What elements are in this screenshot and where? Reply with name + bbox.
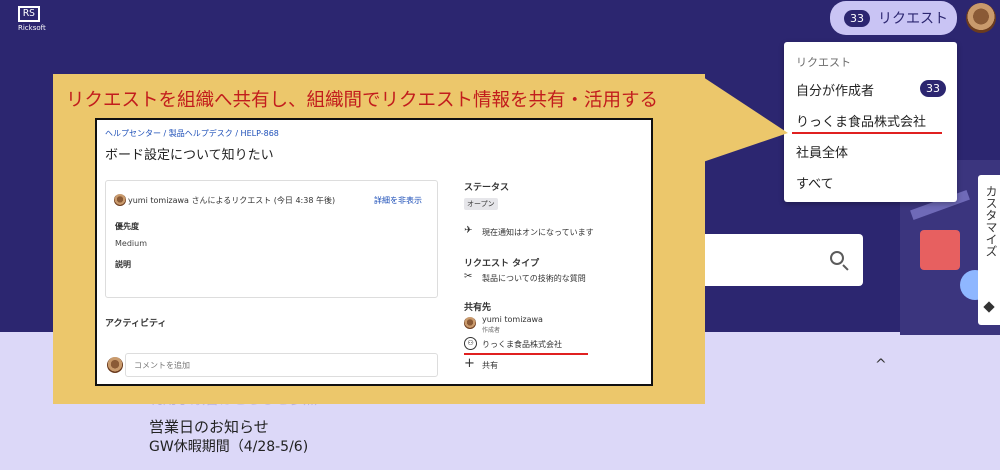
notice-item[interactable]: GW休暇期間（4/28-5/6) bbox=[149, 436, 308, 456]
user-avatar[interactable] bbox=[966, 3, 996, 33]
shared-with-label: 共有先 bbox=[464, 303, 492, 313]
dropdown-item-my-requests[interactable]: 自分が作成者 bbox=[796, 80, 874, 99]
bell-icon: ✈ bbox=[464, 225, 473, 236]
pencil-icon bbox=[983, 301, 995, 313]
requests-dropdown: リクエスト 自分が作成者 33 りっくま食品株式会社 社員全体 すべて bbox=[784, 42, 957, 202]
shared-user-avatar bbox=[464, 317, 476, 329]
customize-label: カスタマイズ bbox=[984, 185, 998, 257]
plus-icon[interactable]: + bbox=[464, 356, 475, 371]
tools-icon: ✂ bbox=[464, 271, 473, 282]
shared-user-name: yumi tomizawa bbox=[482, 315, 543, 324]
shared-org-name: りっくま食品株式会社 bbox=[482, 340, 562, 349]
chevron-up-icon[interactable]: ^ bbox=[875, 357, 887, 373]
dropdown-item-all-employees[interactable]: 社員全体 bbox=[796, 142, 848, 161]
callout-pointer bbox=[700, 75, 788, 163]
customize-tab[interactable]: カスタマイズ bbox=[978, 175, 1000, 325]
breadcrumb[interactable]: ヘルプセンター / 製品ヘルプデスク / HELP-868 bbox=[105, 128, 279, 139]
ricksoft-logo[interactable]: RS Ricksoft bbox=[18, 6, 46, 32]
dropdown-item-all[interactable]: すべて bbox=[796, 173, 834, 192]
requester-avatar bbox=[114, 194, 126, 206]
search-icon[interactable] bbox=[830, 251, 844, 265]
comment-input[interactable]: コメントを追加 bbox=[125, 353, 438, 377]
logo-mark: RS bbox=[18, 6, 40, 22]
priority-value: Medium bbox=[115, 239, 147, 248]
request-by-text: yumi tomizawa さんによるリクエスト (今日 4:38 午後) bbox=[128, 196, 336, 205]
request-panel-screenshot: ヘルプセンター / 製品ヘルプデスク / HELP-868 ボード設定について知… bbox=[95, 118, 653, 386]
description-label: 説明 bbox=[115, 260, 131, 269]
logo-text: Ricksoft bbox=[18, 24, 46, 32]
share-action[interactable]: 共有 bbox=[482, 360, 498, 371]
dropdown-item-organization[interactable]: りっくま食品株式会社 bbox=[796, 111, 926, 130]
commenter-avatar bbox=[107, 357, 123, 373]
request-type-value: 製品についての技術的な質問 bbox=[482, 274, 586, 283]
dropdown-heading: リクエスト bbox=[796, 56, 851, 69]
requests-button[interactable]: 33 リクエスト bbox=[830, 1, 957, 35]
callout-title: リクエストを組織へ共有し、組織間でリクエスト情報を共有・活用する bbox=[66, 90, 659, 111]
highlight-underline bbox=[464, 353, 588, 355]
my-requests-count-badge: 33 bbox=[920, 80, 946, 97]
request-type-label: リクエスト タイプ bbox=[464, 259, 540, 269]
highlight-underline bbox=[792, 132, 942, 134]
activity-heading: アクティビティ bbox=[105, 319, 167, 329]
organization-icon: ⚇ bbox=[464, 337, 477, 350]
status-badge: オープン bbox=[464, 198, 498, 210]
shared-user-role: 作成者 bbox=[482, 327, 501, 334]
requests-label: リクエスト bbox=[878, 11, 948, 27]
ticket-title: ボード設定について知りたい bbox=[105, 148, 274, 163]
priority-label: 優先度 bbox=[115, 222, 139, 231]
status-label: ステータス bbox=[464, 183, 510, 193]
notification-text[interactable]: 現在通知はオンになっています bbox=[482, 227, 594, 238]
requests-count-badge: 33 bbox=[844, 9, 870, 27]
hide-details-link[interactable]: 詳細を非表示 bbox=[374, 195, 422, 206]
request-details-card: yumi tomizawa さんによるリクエスト (今日 4:38 午後) 詳細… bbox=[105, 180, 438, 298]
notice-title: 営業日のお知らせ bbox=[149, 418, 269, 436]
